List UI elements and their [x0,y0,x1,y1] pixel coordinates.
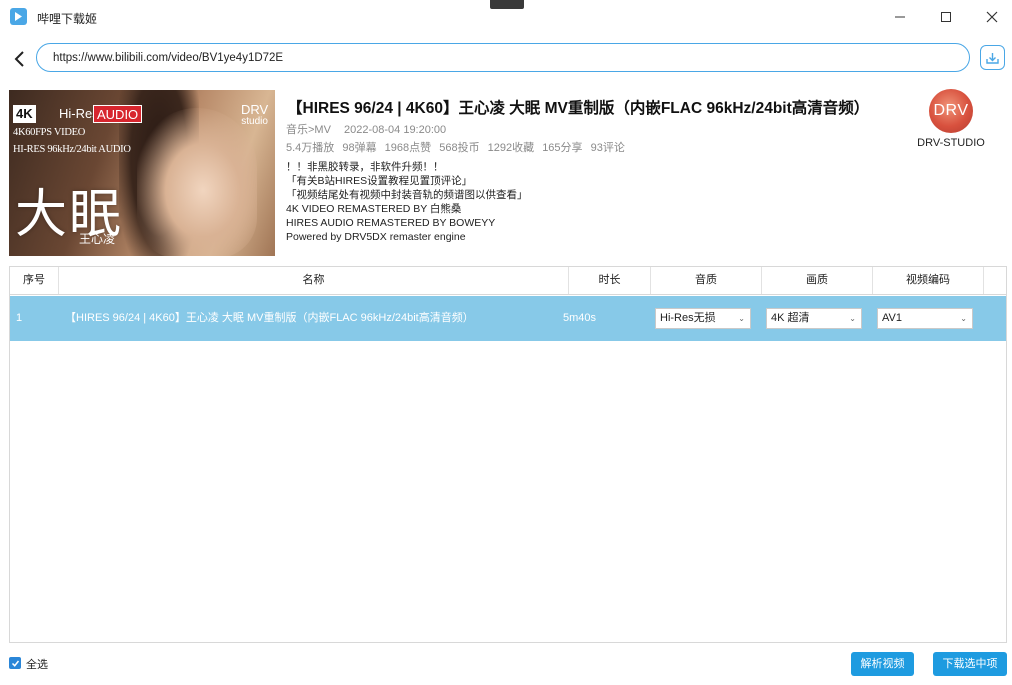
close-icon [986,11,998,23]
table-row[interactable]: 1 【HIRES 96/24 | 4K60】王心凌 大眠 MV重制版（内嵌FLA… [10,296,1006,341]
video-date: 2022-08-04 19:20:00 [344,124,447,136]
stat-favorites: 1292收藏 [487,142,535,154]
col-header-duration[interactable]: 时长 [569,267,651,294]
col-header-filler [984,267,1006,294]
video-thumbnail: 4K Hi-Res AUDIO 4K60FPS VIDEO HI-RES 96k… [9,90,275,256]
row-no: 1 [16,312,23,324]
stat-shares: 165分享 [542,142,583,154]
video-quality-select[interactable]: 4K 超清 ⌄ [766,308,862,329]
stat-views: 5.4万播放 [286,142,335,154]
desc-line: Powered by DRV5DX remaster engine [286,231,466,243]
title-bar: 哔哩下载姬 [0,0,1012,34]
stat-likes: 1968点赞 [384,142,432,154]
chevron-down-icon: ⌄ [960,314,967,323]
close-button[interactable] [972,4,1012,30]
thumb-caption-video: 4K60FPS VIDEO [13,127,86,138]
chevron-down-icon: ⌄ [849,314,856,323]
audio-quality-select[interactable]: Hi-Res无损 ⌄ [655,308,751,329]
select-all-label[interactable]: 全选 [26,656,48,672]
row-name: 【HIRES 96/24 | 4K60】王心凌 大眠 MV重制版（内嵌FLAC … [65,312,474,324]
parse-video-button[interactable]: 解析视频 [851,652,914,676]
table-header: 序号 名称 时长 音质 画质 视频编码 [10,267,1006,295]
desc-line: HIRES AUDIO REMASTERED BY BOWEYY [286,217,496,229]
url-input[interactable]: https://www.bilibili.com/video/BV1ye4y1D… [36,43,970,72]
col-header-name[interactable]: 名称 [59,267,569,294]
minimize-icon [895,16,905,18]
col-header-video-quality[interactable]: 画质 [762,267,873,294]
desc-line: ！！非黑胶转录，非软件升频！！ [286,161,444,173]
video-list-table: 序号 名称 时长 音质 画质 视频编码 1 【HIRES 96/24 | 4K6… [9,266,1007,643]
download-queue-button[interactable] [980,45,1005,70]
chevron-down-icon: ⌄ [738,314,745,323]
video-stats: 5.4万播放 98弹幕 1968点赞 568投币 1292收藏 165分享 93… [286,139,630,155]
thumb-artist: 王心凌 [79,232,116,246]
col-header-audio-quality[interactable]: 音质 [651,267,762,294]
row-duration: 5m40s [563,312,597,324]
download-icon [986,53,999,64]
thumb-caption-audio: HI-RES 96kHz/24bit AUDIO [13,144,131,155]
video-meta: 音乐>MV 2022-08-04 19:20:00 [286,121,456,137]
maximize-icon [941,12,951,22]
badge-audio: AUDIO [93,105,143,123]
window-notch [490,0,524,9]
maximize-button[interactable] [926,4,966,30]
desc-line: 4K VIDEO REMASTERED BY 白熊桑 [286,203,462,215]
download-selected-button[interactable]: 下载选中项 [933,652,1007,676]
stat-danmaku: 98弹幕 [342,142,377,154]
uploader-avatar[interactable]: DRV [929,89,973,133]
video-category: 音乐>MV [286,124,331,136]
desc-line: 「有关B站HIRES设置教程见置顶评论」 [286,175,473,187]
col-header-codec[interactable]: 视频编码 [873,267,984,294]
url-text[interactable]: https://www.bilibili.com/video/BV1ye4y1D… [53,52,283,64]
checkmark-icon [11,660,19,667]
desc-line: 「视频结尾处有视频中封装音轨的频谱图以供查看」 [286,189,528,201]
codec-select[interactable]: AV1 ⌄ [877,308,973,329]
select-all-checkbox[interactable] [9,657,21,669]
col-header-no[interactable]: 序号 [10,267,59,294]
uploader-name[interactable]: DRV-STUDIO [916,137,986,149]
stat-comments: 93评论 [590,142,625,154]
stat-coins: 568投币 [439,142,480,154]
app-title: 哔哩下载姬 [37,12,98,26]
video-title: 【HIRES 96/24 | 4K60】王心凌 大眠 MV重制版（内嵌FLAC … [287,100,870,117]
badge-4k: 4K [13,105,36,123]
back-button[interactable] [8,46,30,72]
chevron-left-icon [14,51,24,67]
minimize-button[interactable] [880,4,920,30]
app-logo-icon [10,8,27,25]
video-description: ！！非黑胶转录，非软件升频！！ 「有关B站HIRES设置教程见置顶评论」 「视频… [286,160,528,244]
thumb-drv-logo: DRV studio [241,102,269,127]
